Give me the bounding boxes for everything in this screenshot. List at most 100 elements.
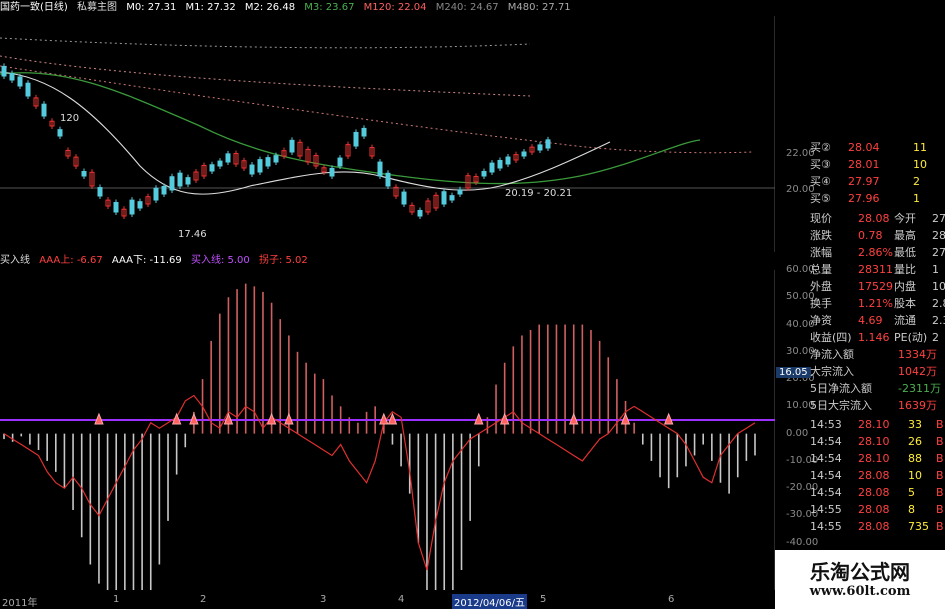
tick-time: 14:55	[810, 503, 842, 516]
money-flow-row: 大宗流入 1042万	[808, 364, 945, 380]
flow-key: 5日大宗流入	[810, 399, 872, 412]
tick-row: 14:54 28.08 10 B	[808, 468, 945, 484]
candle-body	[113, 201, 119, 213]
candle-body	[489, 162, 495, 173]
order-price: 27.96	[848, 192, 880, 205]
quote-stat-row: 换手 1.21%股本 2.80	[808, 296, 945, 312]
tick-row: 14:53 28.10 33 B	[808, 417, 945, 433]
quote-stat-row: 总量 28311 量比 1	[808, 262, 945, 278]
order-label: 买③	[810, 158, 831, 171]
tick-volume: 26	[908, 435, 922, 448]
watermark-title: 乐淘公式网	[810, 560, 910, 584]
money-flow-row: 5日净流入额 -2311万	[808, 381, 945, 397]
stat-key: 净资	[810, 314, 832, 327]
stat-key: 收益(四)	[810, 331, 852, 344]
candle-body	[257, 159, 263, 173]
stat-key-2: 流通	[894, 314, 916, 327]
tick-side: B	[936, 469, 944, 482]
tick-time: 14:54	[810, 486, 842, 499]
candle-body	[481, 170, 487, 177]
flow-key: 大宗流入	[810, 365, 854, 378]
tick-price: 28.08	[858, 520, 890, 533]
tick-side: B	[936, 520, 944, 533]
candle-body	[129, 199, 135, 215]
indicator-header: 买入线 AAA上: -6.67 AAA下: -11.69 买入线: 5.00 拐…	[0, 253, 314, 269]
tick-price: 28.10	[858, 435, 890, 448]
candle-body	[377, 161, 383, 177]
candle-body	[401, 191, 407, 205]
indicator-name[interactable]: 买入线	[0, 255, 30, 266]
flow-value: -2311万	[898, 382, 941, 395]
low-price-label: 17.46	[178, 229, 207, 240]
tick-side: B	[936, 418, 944, 431]
candle-body	[537, 144, 543, 151]
stat-value-2: 1	[932, 263, 939, 276]
candle-body	[497, 159, 503, 169]
tick-price: 28.08	[858, 469, 890, 482]
order-volume: 11	[913, 141, 927, 154]
stock-title[interactable]: 国药一致(日线)	[0, 2, 68, 13]
candle-body	[545, 139, 551, 149]
candle-body	[505, 156, 511, 165]
tick-side: B	[936, 503, 944, 516]
date-label-6: 5	[540, 594, 547, 605]
candle-body	[225, 153, 231, 163]
tick-time: 14:54	[810, 435, 842, 448]
ma-indicator-6: M480: 27.71	[507, 2, 571, 13]
stat-key: 涨跌	[810, 229, 832, 242]
order-book-row: 买③ 28.01 10	[808, 157, 945, 173]
candle-body	[521, 151, 527, 157]
order-book-row: 买④ 27.97 2	[808, 174, 945, 190]
ma-line-120	[0, 65, 753, 154]
date-axis: 2011年 1 2 3 4 2012/04/06/五 5 6	[0, 592, 775, 609]
candle-body	[9, 73, 15, 81]
indicator-y-tick: 0.00	[786, 427, 809, 439]
main-chart-header: 国药一致(日线) 私募主图 M0: 27.31 M1: 27.32 M2: 26…	[0, 0, 577, 16]
watermark-url: www.60lt.com	[809, 584, 911, 599]
stat-value-2: 2.80	[932, 297, 945, 310]
candle-body	[361, 127, 367, 137]
candle-body	[17, 76, 23, 87]
tick-price: 28.08	[858, 503, 890, 516]
stat-value: 28311	[858, 263, 893, 276]
annotation-120: 120	[60, 113, 80, 124]
price-chart[interactable]	[0, 16, 775, 252]
candle-body	[289, 139, 295, 153]
tick-price: 28.10	[858, 418, 890, 431]
indicator-chart[interactable]	[0, 270, 775, 590]
tick-row: 14:54 28.10 26 B	[808, 434, 945, 450]
order-label: 买④	[810, 175, 831, 188]
chart-window: 国药一致(日线) 私募主图 M0: 27.31 M1: 27.32 M2: 26…	[0, 0, 945, 609]
candle-body	[217, 160, 223, 167]
stat-value: 2.86%	[858, 246, 893, 259]
tick-time: 14:54	[810, 469, 842, 482]
stat-key-2: 今开	[894, 212, 916, 225]
ma-formula-label[interactable]: 私募主图	[77, 2, 117, 13]
order-book-row: 买② 28.04 11	[808, 140, 945, 156]
stat-value: 28.08	[858, 212, 890, 225]
stat-key-2: 股本	[894, 297, 916, 310]
candle-body	[385, 172, 391, 187]
date-label-0: 2011年	[2, 598, 38, 609]
candle-body	[273, 155, 279, 163]
ma-line-480	[0, 37, 531, 49]
order-book-row: 买⑤ 27.96 1	[808, 191, 945, 207]
quote-stat-row: 涨跌 0.78 最高 28	[808, 228, 945, 244]
candle-body	[457, 189, 463, 195]
indicator-aaa-up: AAA上: -6.67	[39, 255, 103, 266]
tick-price: 28.08	[858, 486, 890, 499]
tick-volume: 33	[908, 418, 922, 431]
stat-value: 4.69	[858, 314, 883, 327]
stat-value-2: 2.33	[932, 314, 945, 327]
order-price: 28.04	[848, 141, 880, 154]
candle-body	[265, 157, 271, 167]
candle-body	[417, 209, 423, 217]
candle-body	[177, 172, 183, 187]
stat-key-2: 最高	[894, 229, 916, 242]
ma-indicator-3: M3: 23.67	[304, 2, 355, 13]
candle-body	[185, 177, 191, 185]
candle-body	[441, 191, 447, 205]
flow-value: 1639万	[898, 399, 937, 412]
candle-body	[329, 167, 335, 177]
stat-value-2: 27	[932, 246, 945, 259]
